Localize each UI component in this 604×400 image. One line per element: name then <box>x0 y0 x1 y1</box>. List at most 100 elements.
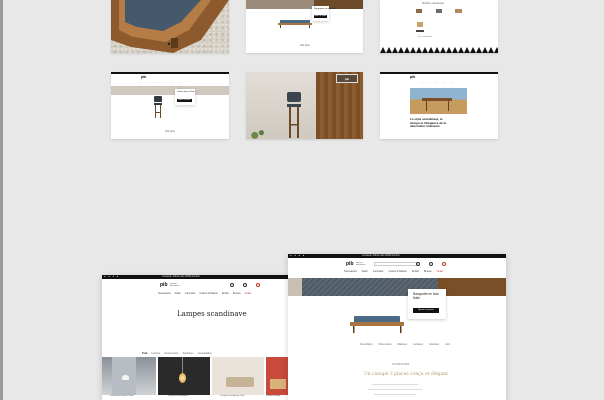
nav-item[interactable]: Cuisine & Maison <box>199 292 218 295</box>
account-icon[interactable] <box>243 283 247 287</box>
main-nav: Nouveautés Salon Luminaire Cuisine & Mai… <box>344 270 443 273</box>
brand-logo[interactable]: pib <box>160 283 168 288</box>
product-page-screen: ● ● ● ● Livraison offerte dès 200€ d'ach… <box>288 254 506 400</box>
nav-item[interactable]: Luminaire <box>373 270 384 273</box>
product-title: Banquette en bois flotté <box>314 8 337 10</box>
announcement-bar: ● ● ● ● Livraison offerte dès 200€ d'ach… <box>102 275 291 279</box>
subnav-item[interactable]: Avis <box>445 343 450 346</box>
blog-headline[interactable]: Le style scandinave, le design et l'élég… <box>410 117 450 129</box>
product-card-label[interactable]: Canapé scandinave Oslo <box>220 395 244 397</box>
product-card-overlay: Chaise de bar Stark Ajouter au panier <box>175 89 195 105</box>
announcement-text: Livraison offerte dès 200€ d'achat <box>362 254 400 257</box>
category-title: Mobilier scandinave <box>422 2 445 5</box>
see-more-link[interactable]: Voir plus <box>300 44 310 47</box>
hero-photo <box>246 0 316 9</box>
nav-item[interactable]: Nouveautés <box>158 292 171 295</box>
nav-item[interactable]: Salon <box>362 270 368 273</box>
blog-page-tile[interactable]: pib ···· ···· ····· ···· ···· Le style scand… <box>380 72 498 139</box>
tile-nav: ···· ···· ····· ···· ···· <box>420 81 454 84</box>
brand-logo[interactable]: pib <box>346 262 354 267</box>
see-more-link[interactable]: Voir plus <box>165 130 175 133</box>
nav-item[interactable]: Cuisine & Maison <box>388 270 407 273</box>
paragraph-line <box>368 389 422 390</box>
brand-tagline: maison décoration <box>356 262 366 267</box>
brand-logo: pib <box>141 75 147 79</box>
sofa-photo-tile[interactable] <box>111 0 229 53</box>
product-card-label[interactable]: Suspension Hanoi Verre <box>110 395 134 397</box>
announcement-bar: ● ● ● ● Livraison offerte dès 200€ d'ach… <box>288 254 506 258</box>
filter-tab[interactable]: Suspensions <box>164 352 178 355</box>
cart-icon[interactable] <box>256 283 260 287</box>
tile-topbar <box>111 72 229 74</box>
subnav-item[interactable]: Livraison <box>413 343 423 346</box>
nav-item-outlet[interactable]: Outlet <box>245 292 251 295</box>
main-nav: Nouveautés Salon Luminaire Cuisine & Mai… <box>158 292 251 295</box>
product-card-label[interactable]: Suspension Ampoule <box>168 395 189 397</box>
paragraph-line <box>374 394 416 395</box>
section-heading: Un canapé 3 places conçu et élégant <box>364 372 449 377</box>
outdoor-table-photo <box>410 88 467 114</box>
category-page-tile[interactable]: Mobilier scandinave Voir la sélection <box>380 0 498 53</box>
banquette-image <box>278 20 312 28</box>
filter-tab[interactable]: Lampes <box>151 352 160 355</box>
product-thumb-2 <box>436 9 442 13</box>
product-page-tile-banquette[interactable]: Banquette en bois flotté Ajouter au pani… <box>246 0 363 53</box>
header-icons <box>416 262 446 266</box>
filter-tab[interactable]: Lampadaires <box>197 352 211 355</box>
product-title: Chaise de bar Stark <box>177 91 195 93</box>
account-icon[interactable] <box>429 262 433 266</box>
announcement-text: Livraison offerte dès 200€ d'achat <box>162 275 200 278</box>
sofa-closeup-image <box>111 0 229 53</box>
product-card-overlay: Banquette en bois flotté Ajouter au pani… <box>408 289 446 319</box>
subnav-item[interactable]: Description <box>360 343 373 346</box>
nav-item[interactable]: Enfant <box>412 270 419 273</box>
white-wall <box>246 72 316 139</box>
product-card-label[interactable]: Lampe vintage <box>266 395 280 397</box>
page-title: Lampes scandinave <box>177 310 247 318</box>
nav-item[interactable]: Luminaire <box>185 292 196 295</box>
product-thumb-5 <box>416 30 424 32</box>
banquette-image <box>350 316 404 333</box>
product-card[interactable] <box>212 357 264 395</box>
paragraph-line <box>372 384 418 385</box>
product-card[interactable] <box>102 357 156 395</box>
add-to-cart-button[interactable]: Ajouter au panier <box>177 99 192 102</box>
search-icon[interactable] <box>416 262 420 266</box>
header-icons <box>230 283 260 287</box>
filter-tabs: Tout Lampes Suspensions Appliques Lampad… <box>142 352 212 355</box>
hero-strip <box>111 86 229 95</box>
hero-image <box>288 278 506 296</box>
cart-icon[interactable] <box>442 262 446 266</box>
nav-item[interactable]: Enfant <box>222 292 229 295</box>
tile-nav: ····· ···· ······ ···· ····· ···· <box>139 81 183 84</box>
window-edge <box>0 0 3 400</box>
plant-corner <box>246 130 268 139</box>
nav-item[interactable]: Bureau <box>233 292 241 295</box>
subnav-item[interactable]: Entretien <box>429 343 439 346</box>
brand-logo: pib <box>410 75 416 79</box>
brand-badge: pib <box>336 74 358 83</box>
topbar-dots: ● ● ● ● <box>104 275 120 278</box>
nav-item[interactable]: Bureau <box>424 270 432 273</box>
nav-item[interactable]: Nouveautés <box>344 270 357 273</box>
filter-tab[interactable]: Appliques <box>182 352 193 355</box>
product-thumb-3 <box>455 9 462 13</box>
product-card[interactable] <box>158 357 210 395</box>
nav-item-outlet[interactable]: Outlet <box>437 270 443 273</box>
topbar-dots: ● ● ● ● <box>290 254 306 257</box>
nav-item[interactable]: Salon <box>175 292 181 295</box>
product-thumb-1 <box>416 9 422 13</box>
subnav-item[interactable]: Matières <box>398 343 408 346</box>
zigzag-footer-pattern <box>380 47 498 53</box>
lifestyle-photo-tile[interactable]: pib <box>246 72 363 139</box>
tile-topbar <box>380 72 498 74</box>
category-caption[interactable]: Voir la sélection <box>418 36 432 39</box>
section-kicker: SOMMAIRE <box>392 362 410 366</box>
search-icon[interactable] <box>230 283 234 287</box>
add-to-cart-button[interactable]: Ajouter au panier <box>413 308 439 313</box>
brand-tagline: maison décoration <box>170 283 180 288</box>
search-input[interactable] <box>374 262 418 266</box>
product-page-tile-barstool[interactable]: pib ····· ···· ······ ···· ····· ···· Chaise … <box>111 72 229 139</box>
subnav-item[interactable]: Dimensions <box>379 343 392 346</box>
filter-tab[interactable]: Tout <box>142 352 147 355</box>
